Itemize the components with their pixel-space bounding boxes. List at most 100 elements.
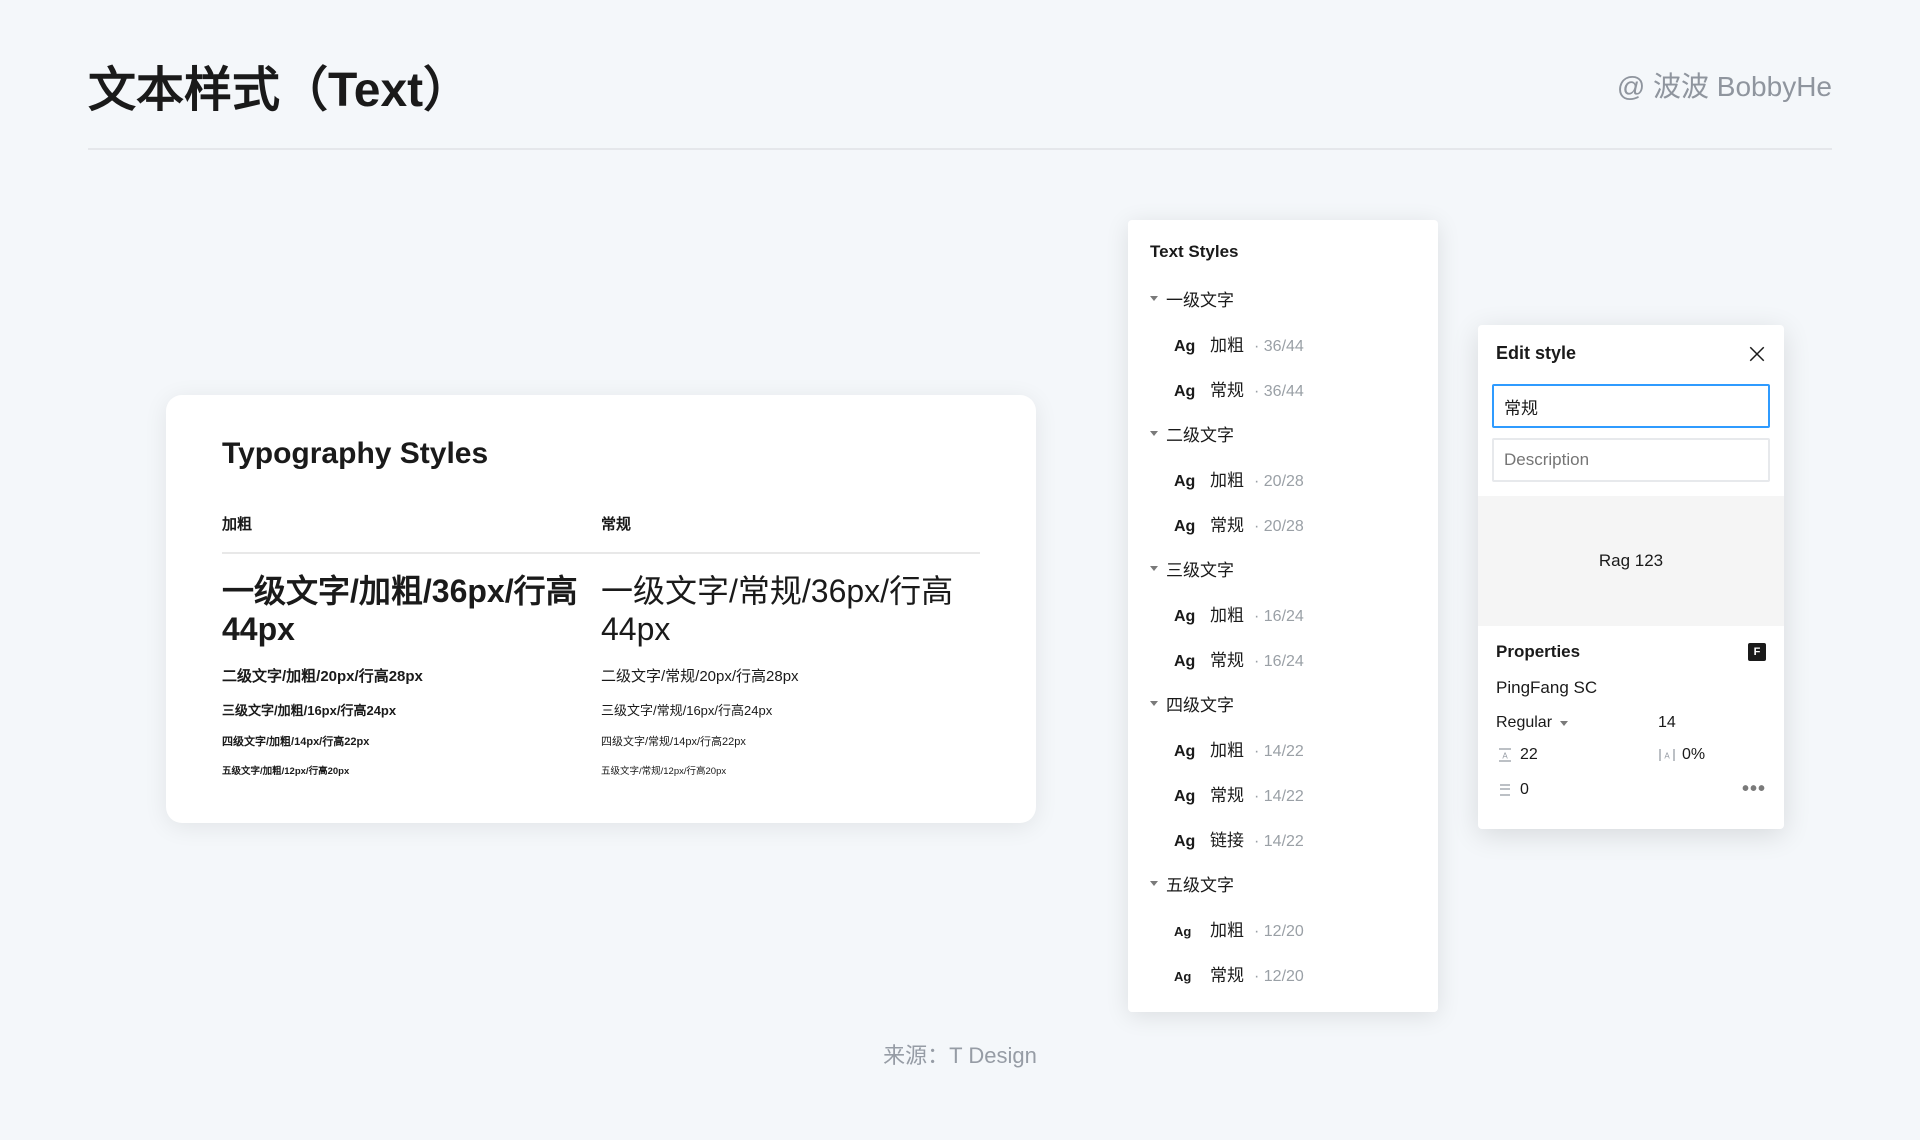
- style-group-header[interactable]: 四级文字: [1138, 681, 1428, 726]
- style-item-dims: · 20/28: [1254, 518, 1304, 536]
- typography-sample: 一级文字/加粗/36px/行高44px: [222, 572, 601, 649]
- style-group-title: 一级文字: [1166, 286, 1234, 311]
- style-group-header[interactable]: 五级文字: [1138, 861, 1428, 906]
- style-item[interactable]: Ag 常规 · 12/20: [1138, 951, 1428, 996]
- attribution: @ 波波 BobbyHe: [1617, 65, 1832, 105]
- text-styles-panel: Text Styles 一级文字 Ag 加粗 · 36/44 Ag 常规 · 3…: [1128, 220, 1438, 1012]
- style-item-name: 加粗: [1210, 736, 1244, 761]
- style-item[interactable]: Ag 常规 · 20/28: [1138, 501, 1428, 546]
- style-group-header[interactable]: 三级文字: [1138, 546, 1428, 591]
- properties-header: Properties: [1496, 642, 1580, 662]
- style-item-dims: · 20/28: [1254, 473, 1304, 491]
- caret-down-icon: [1150, 881, 1158, 886]
- typography-sample: 一级文字/常规/36px/行高44px: [601, 572, 980, 649]
- style-group-title: 二级文字: [1166, 421, 1234, 446]
- letter-spacing-icon: A: [1658, 747, 1676, 763]
- style-item[interactable]: Ag 常规 · 14/22: [1138, 771, 1428, 816]
- ag-icon: Ag: [1174, 383, 1200, 401]
- typography-regular-column: 常规 一级文字/常规/36px/行高44px 二级文字/常规/20px/行高28…: [601, 513, 980, 777]
- font-badge-icon[interactable]: F: [1748, 643, 1766, 661]
- more-options-button[interactable]: •••: [1658, 778, 1766, 801]
- style-item-dims: · 14/22: [1254, 743, 1304, 761]
- typography-sample: 三级文字/加粗/16px/行高24px: [222, 700, 601, 719]
- style-item[interactable]: Ag 加粗 · 12/20: [1138, 906, 1428, 951]
- style-group-title: 五级文字: [1166, 871, 1234, 896]
- style-item[interactable]: Ag 链接 · 14/22: [1138, 816, 1428, 861]
- caret-down-icon: [1150, 431, 1158, 436]
- ag-icon: Ag: [1174, 653, 1200, 671]
- style-item-name: 加粗: [1210, 331, 1244, 356]
- edit-style-title: Edit style: [1496, 343, 1576, 364]
- style-item-dims: · 16/24: [1254, 653, 1304, 671]
- style-description-input[interactable]: [1492, 438, 1770, 482]
- style-item[interactable]: Ag 加粗 · 20/28: [1138, 456, 1428, 501]
- ag-icon: Ag: [1174, 473, 1200, 491]
- column-header-regular: 常规: [601, 513, 980, 554]
- style-group-title: 四级文字: [1166, 691, 1234, 716]
- font-family-select[interactable]: PingFang SC: [1496, 678, 1766, 698]
- typography-sample: 五级文字/常规/12px/行高20px: [601, 763, 980, 777]
- style-item-name: 加粗: [1210, 466, 1244, 491]
- edit-style-panel: Edit style Rag 123 Properties F PingFang…: [1478, 325, 1784, 829]
- style-item-dims: · 14/22: [1254, 788, 1304, 806]
- paragraph-spacing-icon: [1496, 782, 1514, 798]
- style-item-dims: · 14/22: [1254, 833, 1304, 851]
- style-item[interactable]: Ag 加粗 · 14/22: [1138, 726, 1428, 771]
- ag-icon: Ag: [1174, 608, 1200, 626]
- style-item-dims: · 16/24: [1254, 608, 1304, 626]
- ag-icon: Ag: [1174, 743, 1200, 761]
- more-icon: •••: [1742, 778, 1766, 801]
- style-item-dims: · 36/44: [1254, 383, 1304, 401]
- chevron-down-icon: [1560, 721, 1568, 726]
- close-icon: [1748, 345, 1766, 363]
- typography-card: Typography Styles 加粗 一级文字/加粗/36px/行高44px…: [166, 395, 1036, 823]
- style-item-dims: · 12/20: [1254, 923, 1304, 941]
- ag-icon: Ag: [1174, 338, 1200, 356]
- close-button[interactable]: [1748, 345, 1766, 363]
- style-group-title: 三级文字: [1166, 556, 1234, 581]
- letter-spacing-input[interactable]: A 0%: [1658, 746, 1766, 764]
- column-header-bold: 加粗: [222, 513, 601, 554]
- ag-icon: Ag: [1174, 788, 1200, 806]
- style-item-name: 加粗: [1210, 916, 1244, 941]
- typography-sample: 三级文字/常规/16px/行高24px: [601, 700, 980, 719]
- text-styles-panel-title: Text Styles: [1138, 242, 1428, 276]
- style-item[interactable]: Ag 常规 · 36/44: [1138, 366, 1428, 411]
- typography-sample: 四级文字/加粗/14px/行高22px: [222, 733, 601, 749]
- style-name-input[interactable]: [1492, 384, 1770, 428]
- typography-sample: 五级文字/加粗/12px/行高20px: [222, 763, 601, 777]
- paragraph-spacing-input[interactable]: 0: [1496, 778, 1650, 801]
- line-height-input[interactable]: A 22: [1496, 746, 1650, 764]
- font-size-input[interactable]: 14: [1658, 714, 1766, 732]
- ag-icon: Ag: [1174, 833, 1200, 851]
- ag-icon: Ag: [1174, 924, 1200, 939]
- style-item-name: 常规: [1210, 961, 1244, 986]
- caret-down-icon: [1150, 296, 1158, 301]
- style-item-name: 常规: [1210, 511, 1244, 536]
- caret-down-icon: [1150, 701, 1158, 706]
- typography-card-title: Typography Styles: [222, 437, 980, 471]
- style-item-dims: · 12/20: [1254, 968, 1304, 986]
- ag-icon: Ag: [1174, 969, 1200, 984]
- style-item[interactable]: Ag 常规 · 16/24: [1138, 636, 1428, 681]
- style-item-name: 常规: [1210, 376, 1244, 401]
- style-item[interactable]: Ag 加粗 · 16/24: [1138, 591, 1428, 636]
- style-item-dims: · 36/44: [1254, 338, 1304, 356]
- svg-text:A: A: [1502, 752, 1508, 761]
- style-item-name: 加粗: [1210, 601, 1244, 626]
- typography-sample: 四级文字/常规/14px/行高22px: [601, 733, 980, 749]
- font-weight-select[interactable]: Regular: [1496, 714, 1650, 732]
- style-item-name: 链接: [1210, 826, 1244, 851]
- style-preview: Rag 123: [1478, 496, 1784, 626]
- source-label: 来源：T Design: [883, 1038, 1037, 1070]
- page-title: 文本样式（Text）: [88, 50, 471, 120]
- style-item-name: 常规: [1210, 781, 1244, 806]
- style-item-name: 常规: [1210, 646, 1244, 671]
- style-group-header[interactable]: 二级文字: [1138, 411, 1428, 456]
- typography-sample: 二级文字/常规/20px/行高28px: [601, 665, 980, 686]
- style-group-header[interactable]: 一级文字: [1138, 276, 1428, 321]
- svg-text:A: A: [1664, 752, 1670, 761]
- style-item[interactable]: Ag 加粗 · 36/44: [1138, 321, 1428, 366]
- line-height-icon: A: [1496, 747, 1514, 763]
- caret-down-icon: [1150, 566, 1158, 571]
